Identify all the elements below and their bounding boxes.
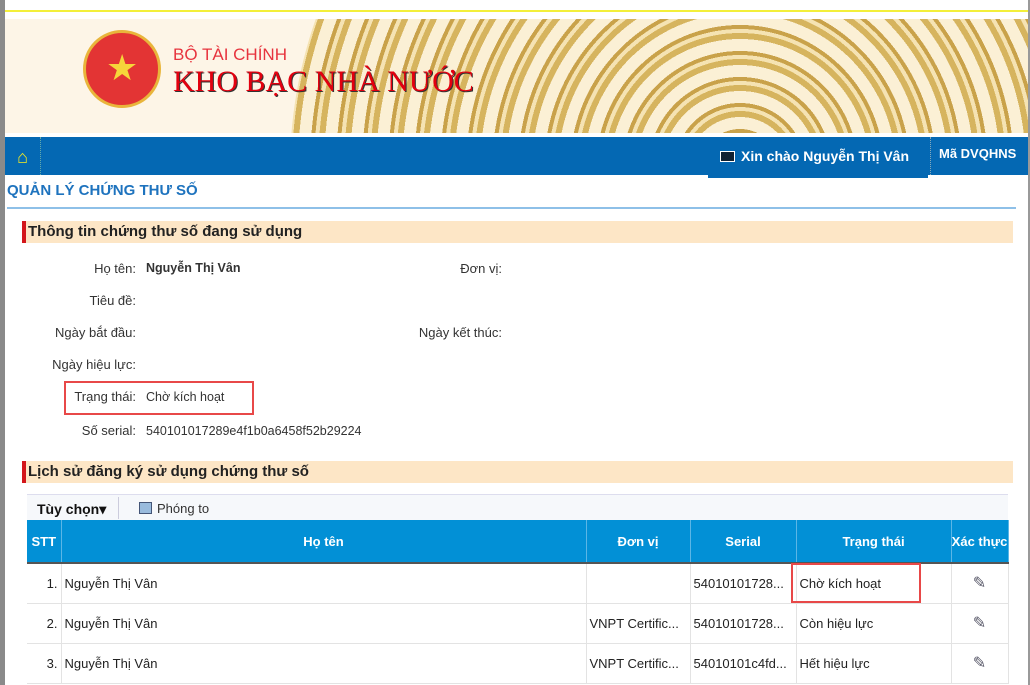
effective-date-label: Ngày hiệu lực: bbox=[52, 357, 136, 372]
row-unit: VNPT Certific... bbox=[586, 603, 691, 644]
row-serial: 54010101728... bbox=[690, 563, 797, 604]
grid-toolbar: Tùy chọn▾ Phóng to bbox=[27, 494, 1008, 520]
title-divider bbox=[7, 207, 1016, 209]
verify-icon[interactable]: ✎ bbox=[951, 563, 1009, 604]
options-menu[interactable]: Tùy chọn▾ bbox=[37, 501, 106, 518]
end-date-label: Ngày kết thúc: bbox=[418, 325, 502, 340]
row-name: Nguyễn Thị Vân bbox=[61, 563, 587, 604]
row-status-highlight bbox=[791, 563, 921, 603]
agency-name: KHO BẠC NHÀ NƯỚC bbox=[173, 65, 474, 98]
col-name[interactable]: Họ tên bbox=[61, 520, 587, 564]
history-header: Lịch sử đăng ký sử dụng chứng thư số bbox=[22, 461, 1013, 483]
row-stt: 3. bbox=[27, 643, 62, 684]
home-icon[interactable]: ⌂ bbox=[5, 137, 41, 175]
verify-icon[interactable]: ✎ bbox=[951, 603, 1009, 644]
row-name: Nguyễn Thị Vân bbox=[61, 603, 587, 644]
col-unit[interactable]: Đơn vị bbox=[586, 520, 691, 564]
user-greeting[interactable]: Xin chào Nguyễn Thị Vân bbox=[708, 137, 928, 178]
row-serial: 54010101c4fd... bbox=[690, 643, 797, 684]
row-serial: 54010101728... bbox=[690, 603, 797, 644]
name-value: Nguyễn Thị Vân bbox=[146, 261, 241, 275]
unit-code-menu[interactable]: Mã DVQHNS bbox=[930, 137, 1016, 175]
user-card-icon bbox=[720, 151, 735, 162]
verify-icon[interactable]: ✎ bbox=[951, 643, 1009, 684]
col-stt[interactable]: STT bbox=[27, 520, 62, 564]
unit-label: Đơn vị: bbox=[460, 261, 502, 276]
row-name: Nguyễn Thị Vân bbox=[61, 643, 587, 684]
row-stt: 1. bbox=[27, 563, 62, 604]
row-stt: 2. bbox=[27, 603, 62, 644]
serial-label: Số serial: bbox=[81, 423, 136, 438]
page-title: QUẢN LÝ CHỨNG THƯ SỐ bbox=[7, 182, 198, 199]
table-row[interactable]: 2. Nguyễn Thị Vân VNPT Certific... 54010… bbox=[27, 603, 1009, 644]
row-unit: VNPT Certific... bbox=[586, 643, 691, 684]
subject-label: Tiêu đề: bbox=[89, 293, 137, 308]
table-header-row: STT Họ tên Đơn vị Serial Trạng thái Xác … bbox=[27, 520, 1009, 564]
greeting-text: Xin chào Nguyễn Thị Vân bbox=[741, 148, 910, 164]
toolbar-separator bbox=[118, 497, 119, 519]
nav-bar: ⌂ Xin chào Nguyễn Thị Vân Mã DVQHNS bbox=[5, 137, 1028, 178]
logo-icon: ★ bbox=[83, 30, 161, 108]
row-unit bbox=[586, 563, 691, 604]
col-status[interactable]: Trạng thái bbox=[796, 520, 952, 564]
zoom-button[interactable]: Phóng to bbox=[139, 501, 209, 516]
status-highlight bbox=[64, 381, 254, 415]
name-label: Họ tên: bbox=[94, 261, 136, 276]
col-verify[interactable]: Xác thực bbox=[951, 520, 1009, 564]
start-date-label: Ngày bắt đầu: bbox=[55, 325, 136, 340]
serial-value: 540101017289e4f1b0a6458f52b29224 bbox=[146, 424, 362, 438]
row-status: Hết hiệu lực bbox=[796, 643, 952, 684]
current-cert-header: Thông tin chứng thư số đang sử dụng bbox=[22, 221, 1013, 243]
row-status: Còn hiệu lực bbox=[796, 603, 952, 644]
col-serial[interactable]: Serial bbox=[690, 520, 797, 564]
maximize-icon bbox=[139, 502, 152, 514]
banner: ★ BỘ TÀI CHÍNH KHO BẠC NHÀ NƯỚC bbox=[5, 19, 1028, 133]
ministry-name: BỘ TÀI CHÍNH bbox=[173, 45, 287, 64]
top-line bbox=[5, 10, 1028, 12]
zoom-label: Phóng to bbox=[157, 501, 210, 516]
table-row[interactable]: 3. Nguyễn Thị Vân VNPT Certific... 54010… bbox=[27, 643, 1009, 684]
